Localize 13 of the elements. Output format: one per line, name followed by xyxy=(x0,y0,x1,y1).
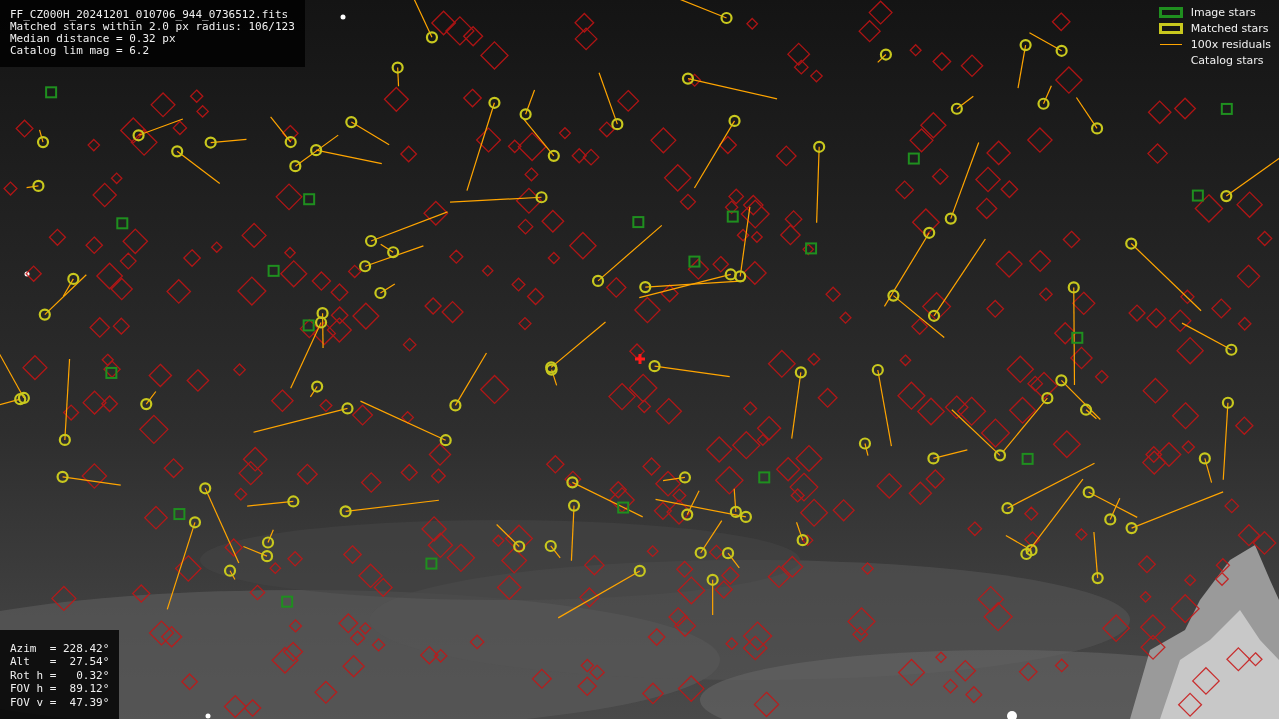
pointing-text: FOV v = 47.39° xyxy=(10,695,110,709)
info-text: Matched stars within 2.0 px radius: 106/123 xyxy=(10,21,295,33)
info-text: Catalog lim mag = 6.2 xyxy=(10,45,151,57)
legend-label: Catalog stars xyxy=(1190,54,1264,67)
pointing-text: Azim = 228.42° xyxy=(10,641,110,655)
pointing-text: Alt = 27.54° xyxy=(10,655,110,669)
legend-label: 100x residuals xyxy=(1190,38,1271,51)
legend-label: Image stars xyxy=(1190,6,1256,19)
pointing-text: FOV h = 89.12° xyxy=(10,682,110,696)
info-text: FF_CZ000H_20241201_010706_944_0736512.fits xyxy=(10,9,290,21)
pointing-text: Rot h = 0.32° xyxy=(10,668,110,682)
legend-label: Matched stars xyxy=(1190,22,1269,35)
info-text: Median distance = 0.32 px xyxy=(10,33,177,45)
